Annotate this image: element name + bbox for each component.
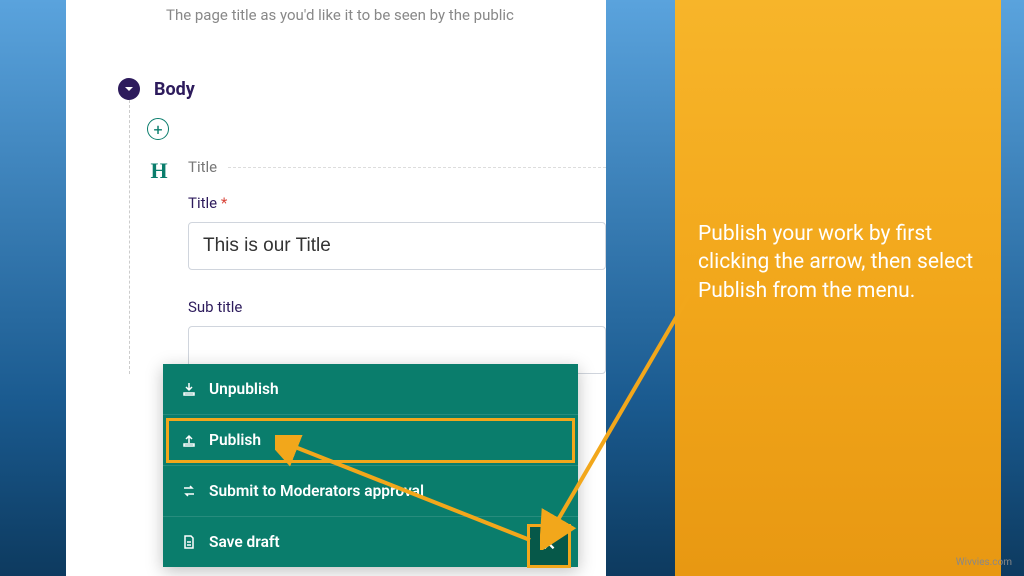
annotation-text: Publish your work by first clicking the … [698, 220, 983, 305]
brand-logo: Wivvies.com [956, 549, 1012, 570]
chevron-down-icon[interactable] [118, 78, 140, 100]
publish-menu-item[interactable]: Publish [163, 415, 578, 466]
title-input[interactable] [188, 222, 606, 270]
title-block: H Title Title * Sub title [158, 158, 606, 374]
body-section-label: Body [154, 79, 195, 100]
action-menu: Unpublish Publish Submit to Moderators a… [163, 364, 578, 567]
unpublish-menu-item[interactable]: Unpublish [163, 364, 578, 415]
swap-icon [181, 483, 197, 499]
upload-icon [181, 432, 197, 448]
save-draft-menu-item[interactable]: Save draft [163, 517, 578, 567]
annotation-panel: Publish your work by first clicking the … [675, 0, 1001, 576]
menu-toggle-button[interactable] [530, 527, 568, 565]
download-icon [181, 381, 197, 397]
subtitle-field-label: Sub title [188, 298, 606, 316]
title-field-label: Title * [188, 194, 606, 212]
body-section: Body + H Title Title * Sub title [66, 78, 606, 374]
document-icon [181, 534, 197, 550]
chevron-up-icon [541, 538, 557, 554]
heading-icon: H [148, 158, 170, 184]
add-block-button[interactable]: + [147, 118, 169, 140]
body-section-content: + H Title Title * Sub title [129, 100, 606, 374]
body-section-header[interactable]: Body [118, 78, 606, 100]
submit-menu-item[interactable]: Submit to Moderators approval [163, 466, 578, 517]
block-type-label: Title [188, 158, 606, 176]
page-title-hint: The page title as you'd like it to be se… [66, 0, 606, 24]
